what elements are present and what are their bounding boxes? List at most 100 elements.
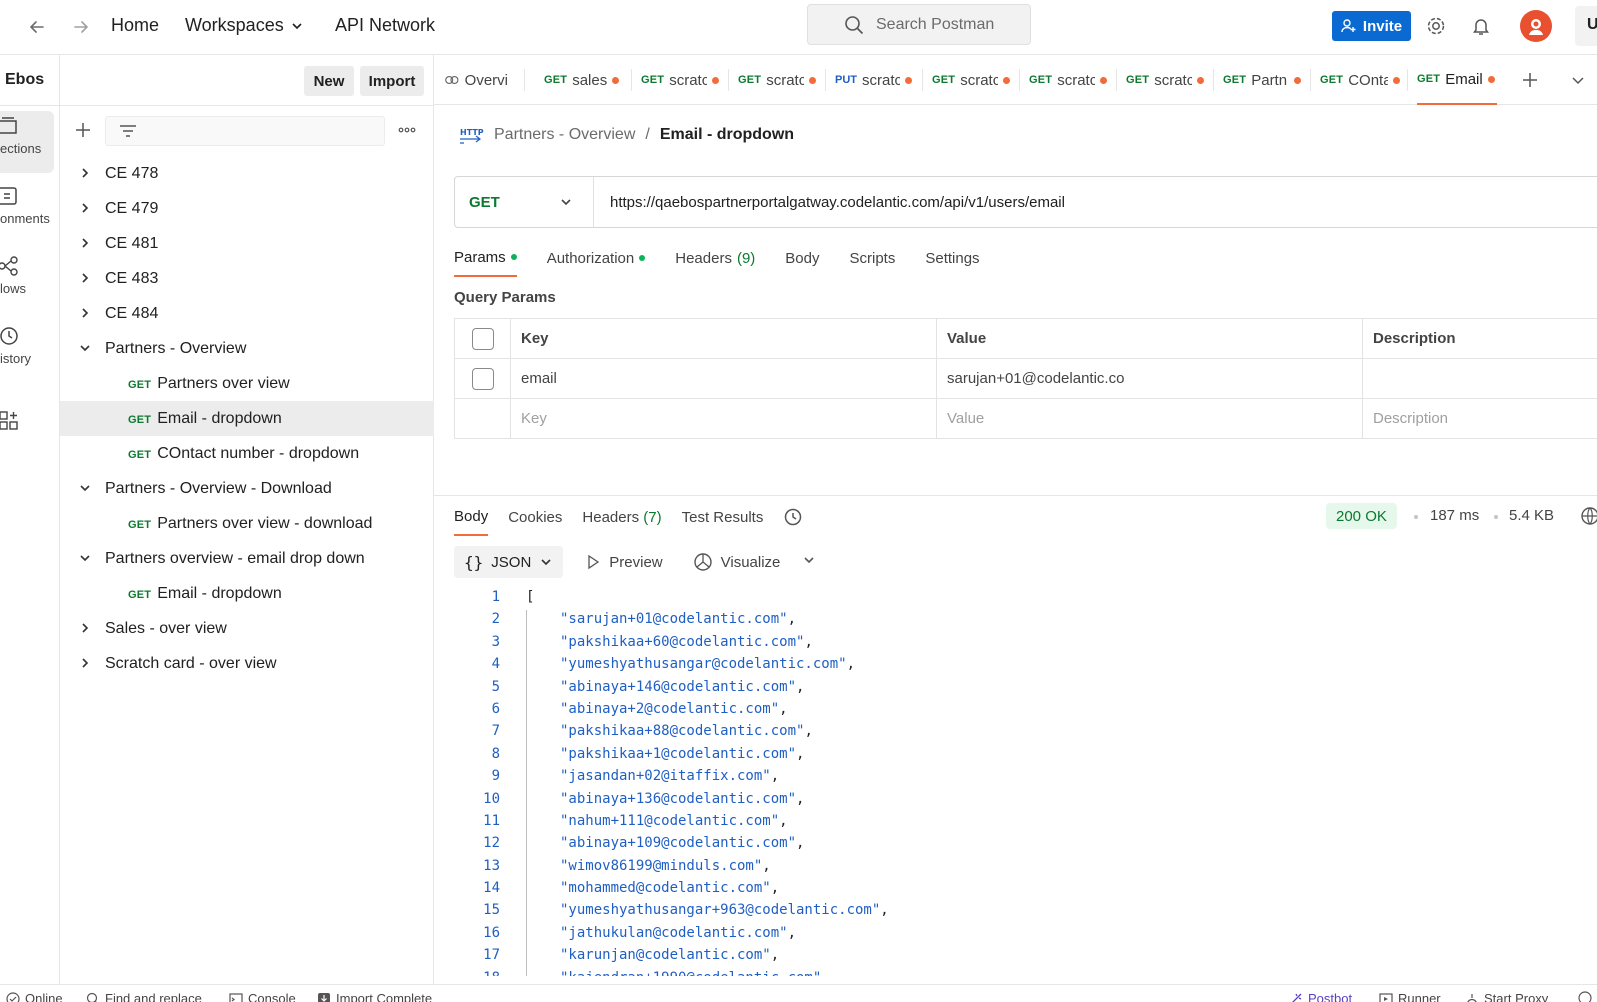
visualize-menu-chevron-icon[interactable] [802,553,816,571]
home-link[interactable]: Home [111,15,159,36]
tree-folder[interactable]: CE 483 [60,261,434,296]
network-globe-icon[interactable] [1580,506,1597,530]
response-divider[interactable] [434,495,1597,496]
tab-request[interactable]: GET scratc [738,55,818,105]
history-icon [0,327,18,345]
import-button[interactable]: Import [360,66,424,96]
runner-button[interactable]: Runner [1379,991,1441,1002]
user-avatar-icon [1529,19,1543,35]
response-body-code[interactable]: 1[2 "sarujan+01@codelantic.com", 3 "pakshik… [454,586,1594,976]
tab-body[interactable]: Body [785,245,819,277]
upgrade-button[interactable]: U [1575,6,1597,46]
search-placeholder: Search Postman [876,15,995,33]
console-button[interactable]: Console [229,991,296,1002]
tree-request[interactable]: GET Email - dropdown [60,576,434,611]
tab-request[interactable]: GET scratc [1029,55,1109,105]
tab-request[interactable]: GET scratc [1126,55,1206,105]
preview-button[interactable]: Preview [577,554,670,571]
api-network-link[interactable]: API Network [335,15,435,36]
tab-request[interactable]: PUT scratc [835,55,915,105]
tab-authorization[interactable]: Authorization [547,245,646,277]
tab-headers[interactable]: Headers (9) [675,245,755,277]
tab-overview[interactable]: Overvi [444,55,508,105]
rail-flows[interactable]: lows [0,251,54,313]
back-arrow-icon[interactable] [24,14,50,40]
rail-add-apps[interactable] [0,405,54,467]
tree-folder[interactable]: CE 479 [60,191,434,226]
tree-folder-label: Partners - Overview [105,339,247,357]
tab-test-results[interactable]: Test Results [682,504,764,536]
new-button[interactable]: New [304,66,354,96]
select-all-checkbox[interactable] [471,327,494,350]
status-badge[interactable]: 200 OK [1326,503,1397,529]
rail-history[interactable]: istory [0,321,54,383]
param-value-field[interactable]: sarujan+01@codelantic.co [936,358,1363,399]
unsaved-dot [905,76,912,84]
tab-divider [728,69,729,91]
format-select[interactable]: {} JSON [454,546,564,578]
tree-folder[interactable]: Partners - Overview [60,331,434,366]
avatar[interactable] [1520,10,1552,42]
start-proxy-button[interactable]: Start Proxy [1465,991,1548,1002]
import-complete-status[interactable]: Import Complete [317,991,432,1002]
method-badge: GET [1126,74,1150,86]
search-input[interactable]: Search Postman [807,4,1031,45]
rail-collections[interactable]: ections [0,111,54,173]
new-param-description-field[interactable]: Description [1362,398,1597,439]
tree-request-selected[interactable]: GET Email - dropdown [60,401,434,436]
new-tab-plus-icon[interactable] [1521,71,1539,93]
tab-params[interactable]: Params [454,245,517,277]
tree-folder[interactable]: Scratch card - over view [60,646,434,681]
tree-folder[interactable]: CE 478 [60,156,434,191]
tree-request[interactable]: GET COntact number - dropdown [60,436,434,471]
postbot-button[interactable]: Postbot [1289,991,1352,1002]
param-key-field[interactable]: email [510,358,937,399]
response-size[interactable]: 5.4 KB [1509,507,1554,524]
cookies-icon[interactable] [1578,991,1592,1002]
tree-folder[interactable]: Partners overview - email drop down [60,541,434,576]
response-history-icon[interactable] [783,504,803,536]
tab-request-active[interactable]: GET Email [1417,55,1497,105]
tab-cookies-label: Cookies [508,508,563,526]
tab-request[interactable]: GET sales [544,55,624,105]
tree-folder[interactable]: Sales - over view [60,611,434,646]
settings-gear-icon[interactable] [1423,13,1449,39]
visualize-button[interactable]: Visualize [685,552,789,572]
tab-list-chevron-down-icon[interactable] [1570,72,1586,92]
notifications-bell-icon[interactable] [1468,13,1494,39]
tree-folder[interactable]: Partners - Overview - Download [60,471,434,506]
more-options-icon[interactable] [397,122,417,142]
tab-request[interactable]: GET Partn [1223,55,1303,105]
param-enable-checkbox[interactable] [471,367,494,390]
tab-cookies[interactable]: Cookies [508,504,562,536]
new-param-key-field[interactable]: Key [510,398,937,439]
workspaces-menu[interactable]: Workspaces [185,15,304,36]
tab-request[interactable]: GET scratc [641,55,721,105]
tree-request[interactable]: GET Partners over view [60,366,434,401]
table-header-row: Key Value Description [454,318,1597,359]
method-select[interactable]: GET [455,177,594,227]
tree-request[interactable]: GET Partners over view - download [60,506,434,541]
breadcrumb-parent[interactable]: Partners - Overview [494,126,635,144]
tab-response-headers[interactable]: Headers (7) [582,504,661,536]
url-input[interactable]: https://qaebospartnerportalgatway.codela… [594,194,1065,211]
param-description-field[interactable] [1362,358,1597,399]
tab-request[interactable]: GET scratc [932,55,1012,105]
tree-request-label: Partners over view [157,374,290,392]
tab-scripts[interactable]: Scripts [850,245,896,277]
tab-response-body[interactable]: Body [454,504,489,536]
forward-arrow-icon[interactable] [68,14,94,40]
rail-environments[interactable]: onments [0,181,54,243]
invite-button[interactable]: Invite [1332,11,1411,41]
tab-request[interactable]: GET COnta [1320,55,1400,105]
sidebar-filter-input[interactable] [105,116,385,146]
find-replace-button[interactable]: Find and replace [86,991,202,1002]
tree-folder[interactable]: CE 484 [60,296,434,331]
response-time[interactable]: 187 ms [1430,507,1479,524]
new-param-value-field[interactable]: Value [936,398,1363,439]
online-status[interactable]: Online [6,991,63,1002]
breadcrumb-current[interactable]: Email - dropdown [660,126,794,144]
tab-settings[interactable]: Settings [925,245,979,277]
add-collection-icon[interactable] [74,121,92,143]
tree-folder[interactable]: CE 481 [60,226,434,261]
